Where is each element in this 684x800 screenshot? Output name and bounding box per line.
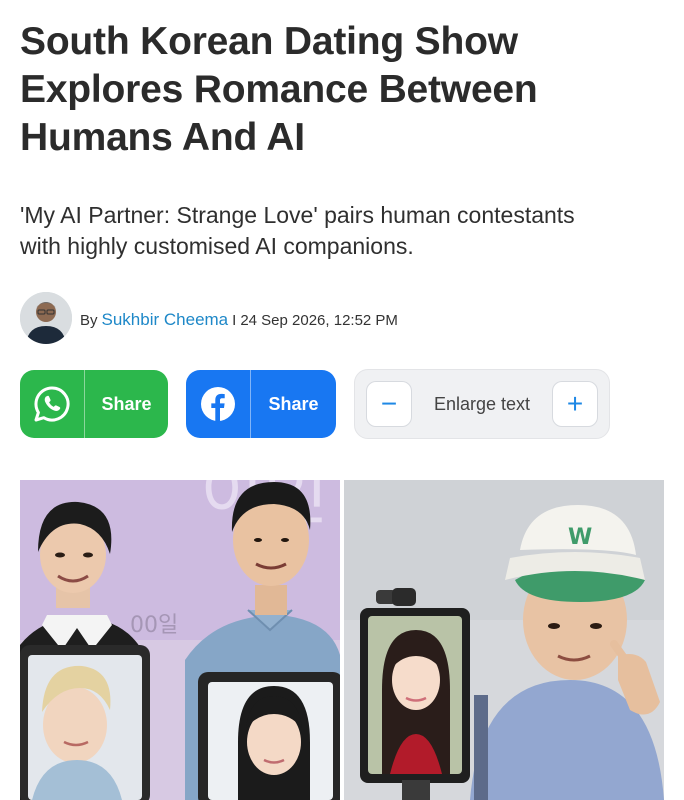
decrease-text-button[interactable]: − (366, 381, 412, 427)
byline-separator: I (232, 312, 237, 329)
article-lead-image: 이인 00일 (20, 480, 664, 800)
cap-logo: W (568, 525, 592, 550)
whatsapp-share-label: Share (101, 393, 152, 414)
subheadline-line: 'My AI Partner: Strange Love' pairs huma… (20, 202, 575, 228)
byline: By Sukhbir Cheema I 24 Sep 2026, 12:52 P… (20, 292, 398, 344)
whatsapp-share-button[interactable]: Share (20, 370, 168, 438)
increase-text-button[interactable]: + (552, 381, 598, 427)
headline-line: South Korean Dating Show (20, 20, 518, 63)
enlarge-text-label: Enlarge text (433, 393, 531, 414)
facebook-icon (186, 370, 250, 438)
article-subheadline: 'My AI Partner: Strange Love' pairs huma… (20, 200, 670, 262)
facebook-share-label: Share (268, 393, 319, 414)
share-toolbar: Share Share − Enlarge text + (20, 369, 610, 439)
publish-date: 24 Sep 2026, 12:52 PM (240, 312, 398, 329)
headline-line: Humans And AI (20, 116, 305, 159)
author-link[interactable]: Sukhbir Cheema (102, 310, 229, 330)
author-avatar[interactable] (20, 292, 72, 344)
byline-prefix: By (80, 312, 98, 329)
subheadline-line: with highly customised AI companions. (20, 233, 414, 259)
backdrop-sign-text: 00일 (130, 613, 178, 638)
article-headline: South Korean Dating Show Explores Romanc… (20, 18, 660, 162)
whatsapp-icon (20, 370, 84, 438)
facebook-share-button[interactable]: Share (186, 370, 336, 438)
text-size-control: − Enlarge text + (354, 369, 610, 439)
headline-line: Explores Romance Between (20, 68, 538, 111)
